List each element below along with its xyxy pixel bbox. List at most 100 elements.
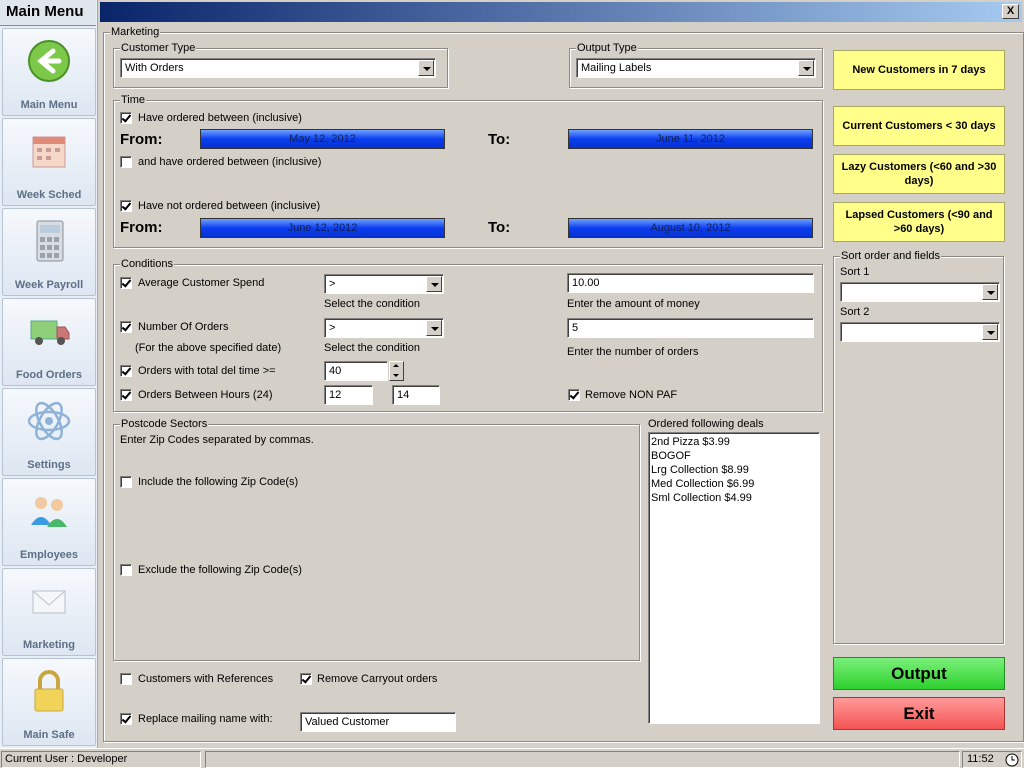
clock-time: 11:52 [967, 753, 994, 765]
del-time-spinner[interactable] [389, 361, 404, 381]
del-time-checkbox[interactable] [120, 365, 132, 377]
deals-label: Ordered following deals [648, 418, 764, 430]
chevron-up-icon[interactable] [393, 364, 399, 367]
lapsed-customers-button[interactable]: Lapsed Customers (<90 and >60 days) [833, 202, 1005, 242]
envelope-icon [32, 590, 66, 614]
sidebar-item-label: Week Payroll [14, 279, 84, 291]
sidebar-item-employees[interactable]: Employees [2, 478, 96, 566]
sidebar-item-label: Employees [19, 549, 79, 561]
sidebar-item-food-orders[interactable]: Food Orders [2, 298, 96, 386]
replace-name-input[interactable]: Valued Customer [300, 712, 456, 732]
have-ordered-label: Have ordered between (inclusive) [138, 112, 302, 124]
status-bar: Current User : Developer 11:52 [0, 748, 1024, 768]
have-ordered-checkbox[interactable] [120, 112, 132, 124]
remove-non-paf-checkbox[interactable] [568, 389, 580, 401]
from-date-2[interactable]: June 12, 2012 [200, 218, 445, 238]
postcode-hint: Enter Zip Codes separated by commas. [120, 434, 314, 446]
from-date-1[interactable]: May 12, 2012 [200, 129, 445, 149]
customer-type-value: With Orders [125, 62, 184, 74]
between-hours-checkbox[interactable] [120, 389, 132, 401]
have-not-ordered-checkbox[interactable] [120, 200, 132, 212]
num-orders-checkbox[interactable] [120, 321, 132, 333]
chevron-down-icon[interactable] [426, 320, 442, 336]
sidebar-item-main-menu[interactable]: Main Menu [2, 28, 96, 116]
customer-type-label: Customer Type [120, 42, 197, 54]
to-label: To: [488, 131, 511, 148]
window-title-bar [100, 2, 1022, 22]
hour-to-input[interactable]: 14 [392, 385, 440, 405]
current-customers-button[interactable]: Current Customers < 30 days [833, 106, 1005, 146]
del-time-label: Orders with total del time >= [138, 365, 276, 377]
to-date-2[interactable]: August 10, 2012 [568, 218, 813, 238]
new-customers-button[interactable]: New Customers in 7 days [833, 50, 1005, 90]
sidebar-item-label: Main Safe [23, 729, 75, 741]
sort1-select[interactable] [840, 282, 1000, 302]
remove-non-paf-label: Remove NON PAF [585, 389, 678, 401]
close-button[interactable]: X [1002, 4, 1019, 19]
list-item[interactable]: Sml Collection $4.99 [651, 491, 817, 505]
output-type-select[interactable]: Mailing Labels [576, 58, 816, 78]
to-label-2: To: [488, 219, 511, 236]
sidebar-item-week-sched[interactable]: Week Sched [2, 118, 96, 206]
del-time-input[interactable]: 40 [324, 361, 388, 381]
sort2-label: Sort 2 [840, 306, 870, 318]
amount-input[interactable]: 10.00 [567, 273, 814, 293]
output-type-value: Mailing Labels [581, 62, 652, 74]
list-item[interactable]: 2nd Pizza $3.99 [651, 435, 817, 449]
hour-from-input[interactable]: 12 [324, 385, 373, 405]
sidebar-item-marketing[interactable]: Marketing [2, 568, 96, 656]
from-label: From: [120, 131, 163, 148]
chevron-down-icon[interactable] [418, 60, 434, 76]
select-condition-hint: Select the condition [324, 298, 421, 310]
clock-icon [1005, 753, 1019, 767]
chevron-down-icon[interactable] [393, 374, 399, 377]
with-references-label: Customers with References [138, 673, 274, 685]
num-orders-hint: Enter the number of orders [567, 346, 699, 358]
exclude-zip-label: Exclude the following Zip Code(s) [138, 564, 302, 576]
postcode-group: Postcode Sectors [113, 418, 640, 661]
num-orders-input[interactable]: 5 [567, 318, 814, 338]
remove-carryout-checkbox[interactable] [300, 673, 312, 685]
truck-icon [30, 320, 70, 345]
sidebar-item-week-payroll[interactable]: Week Payroll [2, 208, 96, 296]
sidebar-item-label: Settings [27, 459, 71, 471]
lazy-customers-button[interactable]: Lazy Customers (<60 and >30 days) [833, 154, 1005, 194]
sidebar-item-settings[interactable]: Settings [2, 388, 96, 476]
sidebar-item-main-safe[interactable]: Main Safe [2, 658, 96, 746]
include-zip-checkbox[interactable] [120, 476, 132, 488]
customer-type-select[interactable]: With Orders [120, 58, 436, 78]
list-item[interactable]: BOGOF [651, 449, 817, 463]
to-date-1[interactable]: June 11, 2012 [568, 129, 813, 149]
chevron-down-icon[interactable] [798, 60, 814, 76]
select-condition-hint-2: Select the condition [324, 342, 421, 354]
chevron-down-icon[interactable] [982, 324, 998, 340]
num-orders-note: (For the above specified date) [135, 342, 282, 354]
replace-name-checkbox[interactable] [120, 713, 132, 725]
avg-spend-checkbox[interactable] [120, 277, 132, 289]
chevron-down-icon[interactable] [426, 276, 442, 292]
deals-list[interactable]: 2nd Pizza $3.99 BOGOF Lrg Collection $8.… [648, 432, 820, 724]
and-have-ordered-checkbox[interactable] [120, 156, 132, 168]
status-panel [205, 751, 960, 768]
list-item[interactable]: Lrg Collection $8.99 [651, 463, 817, 477]
sidebar: Main Menu Main Menu Week Sched Week Payr… [0, 0, 98, 748]
avg-spend-condition-value: > [329, 278, 336, 290]
calendar-icon [32, 136, 66, 168]
back-arrow-icon [28, 40, 70, 82]
postcode-group-label: Postcode Sectors [120, 418, 209, 430]
marketing-group-label: Marketing [110, 26, 161, 38]
exit-button[interactable]: Exit [833, 697, 1005, 730]
calculator-icon [36, 220, 64, 262]
num-orders-condition-select[interactable]: > [324, 318, 444, 338]
exclude-zip-checkbox[interactable] [120, 564, 132, 576]
include-zip-label: Include the following Zip Code(s) [138, 476, 299, 488]
list-item[interactable]: Med Collection $6.99 [651, 477, 817, 491]
avg-spend-condition-select[interactable]: > [324, 274, 444, 294]
output-button[interactable]: Output [833, 657, 1005, 690]
padlock-icon [34, 670, 64, 712]
and-have-ordered-label: and have ordered between (inclusive) [138, 156, 322, 168]
conditions-group-label: Conditions [120, 258, 174, 270]
chevron-down-icon[interactable] [982, 284, 998, 300]
sort2-select[interactable] [840, 322, 1000, 342]
with-references-checkbox[interactable] [120, 673, 132, 685]
